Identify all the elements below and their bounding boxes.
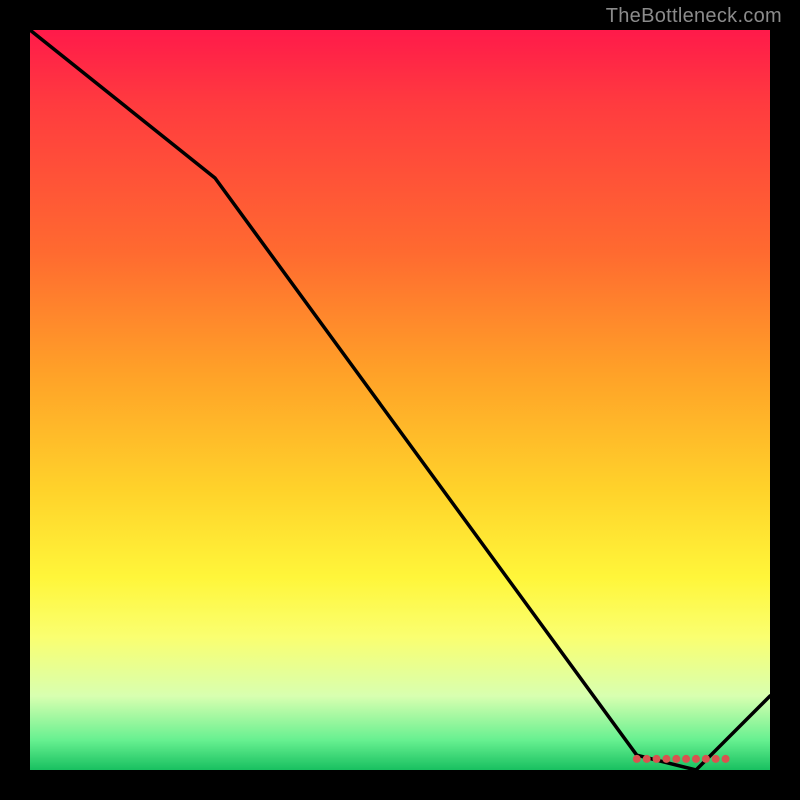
optimal-region-markers — [633, 755, 730, 763]
watermark-text: TheBottleneck.com — [606, 5, 782, 28]
chart-frame: TheBottleneck.com — [0, 0, 800, 800]
bottleneck-curve — [30, 30, 770, 770]
optimal-marker-dot — [662, 755, 670, 763]
optimal-marker-dot — [712, 755, 720, 763]
optimal-marker-dot — [722, 755, 730, 763]
optimal-marker-dot — [653, 755, 661, 763]
optimal-marker-dot — [643, 755, 651, 763]
optimal-marker-dot — [682, 755, 690, 763]
optimal-marker-dot — [672, 755, 680, 763]
optimal-marker-dot — [692, 755, 700, 763]
optimal-marker-dot — [633, 755, 641, 763]
optimal-marker-dot — [702, 755, 710, 763]
chart-svg — [30, 30, 770, 770]
plot-area — [30, 30, 770, 770]
